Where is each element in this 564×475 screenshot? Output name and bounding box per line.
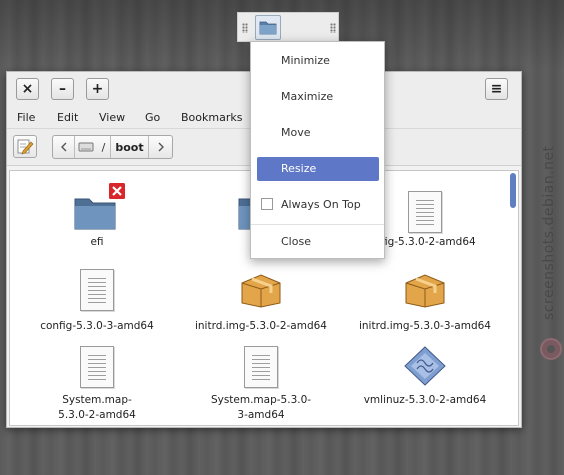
always-on-top-checkbox[interactable] [261, 198, 273, 210]
package-icon [405, 274, 445, 308]
dock-file-manager-button[interactable] [255, 15, 281, 40]
menu-edit[interactable]: Edit [57, 111, 78, 124]
path-root-drive[interactable] [75, 136, 97, 158]
document-icon [80, 269, 114, 311]
unreadable-emblem-icon [108, 182, 126, 200]
path-bar: / boot [52, 135, 173, 159]
menu-item-move[interactable]: Move [257, 121, 379, 145]
vertical-scrollbar[interactable] [510, 173, 516, 208]
drive-icon [78, 142, 94, 152]
file-item-vmlinuz-2[interactable]: vmlinuz-5.3.0-2-amd64 [350, 341, 500, 408]
watermark: screenshots.debian.net [541, 145, 557, 320]
file-item-config-3[interactable]: config-5.3.0-3-amd64 [22, 263, 172, 334]
document-icon [408, 191, 442, 233]
menu-item-resize[interactable]: Resize [257, 157, 379, 181]
package-icon [241, 274, 281, 308]
close-button[interactable]: × [16, 78, 39, 100]
always-on-top-label: Always On Top [281, 198, 361, 211]
file-label: vmlinuz-5.3.0-2-amd64 [363, 394, 487, 406]
file-item-initrd-3[interactable]: initrd.img-5.3.0-3-amd64 [350, 263, 500, 334]
file-item-initrd-2[interactable]: initrd.img-5.3.0-2-amd64 [186, 263, 336, 334]
path-current-boot[interactable]: boot [111, 136, 149, 158]
menu-bookmarks[interactable]: Bookmarks [181, 111, 242, 124]
menu-item-maximize[interactable]: Maximize [257, 85, 379, 109]
path-forward-button[interactable] [149, 136, 172, 158]
file-label: initrd.img-5.3.0-3-amd64 [358, 320, 491, 332]
debian-swirl-icon [540, 338, 562, 360]
menu-view[interactable]: View [99, 111, 125, 124]
menu-file[interactable]: File [17, 111, 35, 124]
chevron-left-icon [60, 142, 66, 152]
dock-grip-left-icon[interactable] [242, 23, 248, 33]
folder-icon [259, 21, 277, 35]
menu-separator [251, 224, 384, 225]
app-menu-button[interactable]: ≡ [485, 78, 508, 100]
menu-item-always-on-top[interactable]: Always On Top [257, 193, 379, 217]
document-icon [80, 346, 114, 388]
file-label: config-5.3.0-3-amd64 [40, 320, 154, 332]
document-icon [244, 346, 278, 388]
window-menu: Minimize Maximize Move Resize Always On … [250, 41, 385, 259]
dock [237, 12, 339, 42]
dock-grip-right-icon[interactable] [330, 23, 336, 33]
file-label: System.map-5.3.0-3-amd64 [210, 394, 312, 421]
pencil-note-icon [17, 139, 34, 155]
minimize-button[interactable]: – [51, 78, 74, 100]
menu-item-minimize[interactable]: Minimize [257, 49, 379, 73]
binary-icon [404, 346, 446, 386]
path-back-button[interactable] [53, 136, 75, 158]
path-separator: / [97, 136, 111, 158]
maximize-button[interactable]: + [86, 78, 109, 100]
edit-location-button[interactable] [13, 135, 37, 158]
chevron-right-icon [158, 142, 164, 152]
menu-item-close[interactable]: Close [257, 230, 379, 254]
file-item-efi[interactable]: efi [22, 179, 172, 250]
file-label: initrd.img-5.3.0-2-amd64 [194, 320, 327, 332]
file-label: System.map-5.3.0-2-amd64 [58, 394, 136, 421]
file-item-systemmap-2[interactable]: System.map-5.3.0-2-amd64 [22, 341, 172, 423]
menu-go[interactable]: Go [145, 111, 160, 124]
file-label: efi [90, 236, 104, 248]
file-item-systemmap-3[interactable]: System.map-5.3.0-3-amd64 [186, 341, 336, 423]
